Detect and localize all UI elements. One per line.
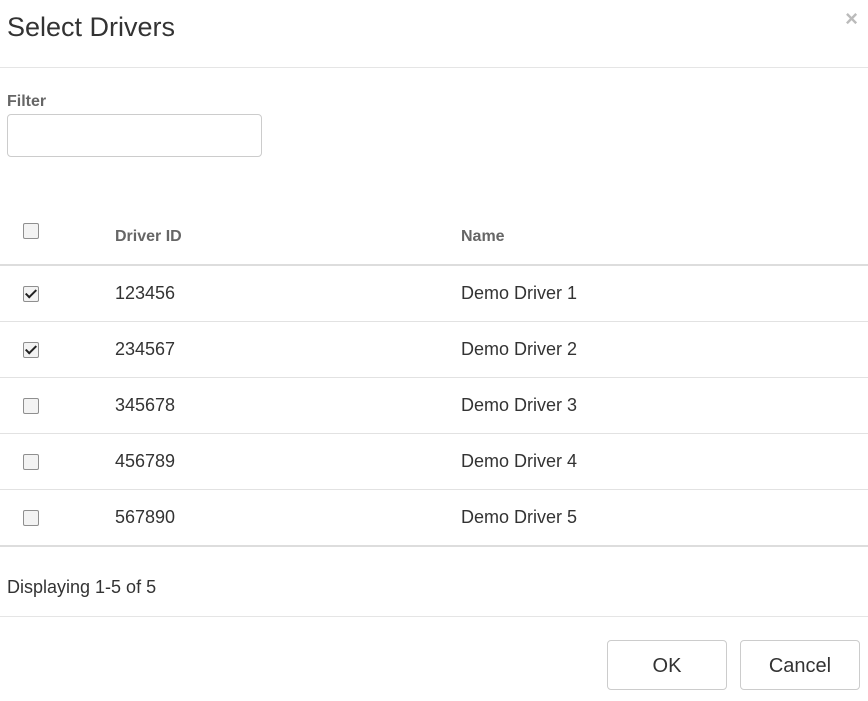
driver-id-cell: 123456 bbox=[115, 265, 461, 322]
driver-name-cell: Demo Driver 3 bbox=[461, 377, 868, 434]
select-drivers-dialog: Select Drivers × Filter Driver ID Name 1… bbox=[0, 0, 868, 701]
row-checkbox[interactable] bbox=[23, 510, 39, 527]
dialog-footer: OK Cancel bbox=[0, 616, 868, 701]
table-row[interactable]: 567890 Demo Driver 5 bbox=[0, 489, 868, 547]
dialog-title: Select Drivers bbox=[7, 12, 176, 42]
close-icon[interactable]: × bbox=[845, 6, 858, 32]
select-all-cell bbox=[0, 210, 115, 266]
driver-name-cell: Demo Driver 4 bbox=[461, 433, 868, 490]
row-checkbox[interactable] bbox=[23, 398, 39, 415]
driver-name-cell: Demo Driver 1 bbox=[461, 265, 868, 322]
drivers-table: Driver ID Name 123456 Demo Driver 1 2345… bbox=[0, 210, 868, 547]
cancel-button[interactable]: Cancel bbox=[740, 640, 860, 690]
filter-label: Filter bbox=[7, 93, 47, 110]
driver-name-cell: Demo Driver 5 bbox=[461, 489, 868, 547]
dialog-header: Select Drivers × bbox=[0, 0, 868, 68]
table-row[interactable]: 345678 Demo Driver 3 bbox=[0, 377, 868, 434]
table-row[interactable]: 123456 Demo Driver 1 bbox=[0, 265, 868, 322]
column-header-driver-id[interactable]: Driver ID bbox=[115, 210, 461, 266]
table-row[interactable]: 456789 Demo Driver 4 bbox=[0, 433, 868, 490]
driver-id-cell: 567890 bbox=[115, 489, 461, 547]
select-all-checkbox[interactable] bbox=[23, 222, 39, 239]
table-header-row: Driver ID Name bbox=[0, 210, 868, 266]
row-checkbox[interactable] bbox=[23, 342, 39, 359]
row-checkbox[interactable] bbox=[23, 454, 39, 471]
column-header-name[interactable]: Name bbox=[461, 210, 868, 266]
driver-id-cell: 234567 bbox=[115, 321, 461, 378]
pager-status: Displaying 1-5 of 5 bbox=[7, 577, 157, 597]
driver-name-cell: Demo Driver 2 bbox=[461, 321, 868, 378]
driver-id-cell: 345678 bbox=[115, 377, 461, 434]
filter-input[interactable] bbox=[7, 114, 262, 157]
row-checkbox[interactable] bbox=[23, 286, 39, 303]
table-row[interactable]: 234567 Demo Driver 2 bbox=[0, 321, 868, 378]
driver-id-cell: 456789 bbox=[115, 433, 461, 490]
ok-button[interactable]: OK bbox=[607, 640, 727, 690]
